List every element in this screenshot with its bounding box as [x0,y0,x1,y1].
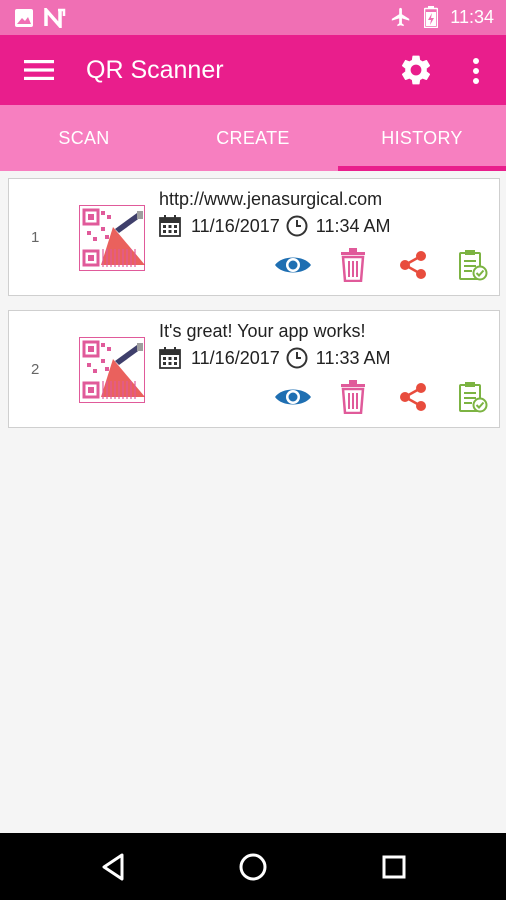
qr-thumbnail-icon [79,337,145,403]
status-time: 11:34 [450,7,494,27]
history-date: 11/16/2017 [191,347,280,368]
tab-create[interactable]: CREATE [169,105,337,171]
view-button[interactable] [263,377,323,417]
calendar-icon [159,215,181,237]
settings-icon[interactable] [398,52,434,88]
copy-icon [459,250,488,281]
delete-button[interactable] [323,245,383,285]
history-date: 11/16/2017 [191,215,280,236]
calendar-icon [159,347,181,369]
share-button[interactable] [383,377,443,417]
n-icon [44,8,66,28]
menu-icon[interactable] [24,58,54,82]
tab-indicator [338,166,506,171]
home-icon[interactable] [237,851,269,883]
status-bar: 11:34 [0,0,506,35]
share-icon [400,383,426,411]
image-icon [15,9,33,27]
history-content: It's great! Your app works! [159,321,366,341]
history-time: 11:34 AM [315,215,391,236]
airplane-icon [392,7,410,27]
view-button[interactable] [263,245,323,285]
battery-icon [424,6,439,28]
clock-icon [286,347,308,369]
copy-icon [459,382,488,413]
tab-bar: SCAN CREATE HISTORY [0,105,506,171]
clock-icon [286,215,308,237]
view-icon [275,257,311,273]
tab-scan[interactable]: SCAN [0,105,168,171]
qr-thumbnail-icon [79,205,145,271]
delete-button[interactable] [323,377,383,417]
history-index: 2 [31,361,40,378]
tab-history[interactable]: HISTORY [338,105,506,171]
delete-icon [341,248,365,282]
navigation-bar [0,833,506,900]
more-vert-icon[interactable] [466,55,486,87]
history-item[interactable]: 1 http://www.jenasurgical.com 11/16/2017… [8,178,500,296]
history-index: 1 [31,229,40,246]
history-time: 11:33 AM [315,347,391,368]
recents-icon[interactable] [378,851,410,883]
history-item[interactable]: 2 It's great! Your app works! 11/16/2017… [8,310,500,428]
view-icon [275,389,311,405]
share-icon [400,251,426,279]
copy-button[interactable] [443,245,503,285]
delete-icon [341,380,365,414]
app-bar: QR Scanner [0,35,506,105]
app-title: QR Scanner [86,56,224,84]
back-icon[interactable] [98,851,130,883]
history-content: http://www.jenasurgical.com [159,189,383,209]
share-button[interactable] [383,245,443,285]
copy-button[interactable] [443,377,503,417]
